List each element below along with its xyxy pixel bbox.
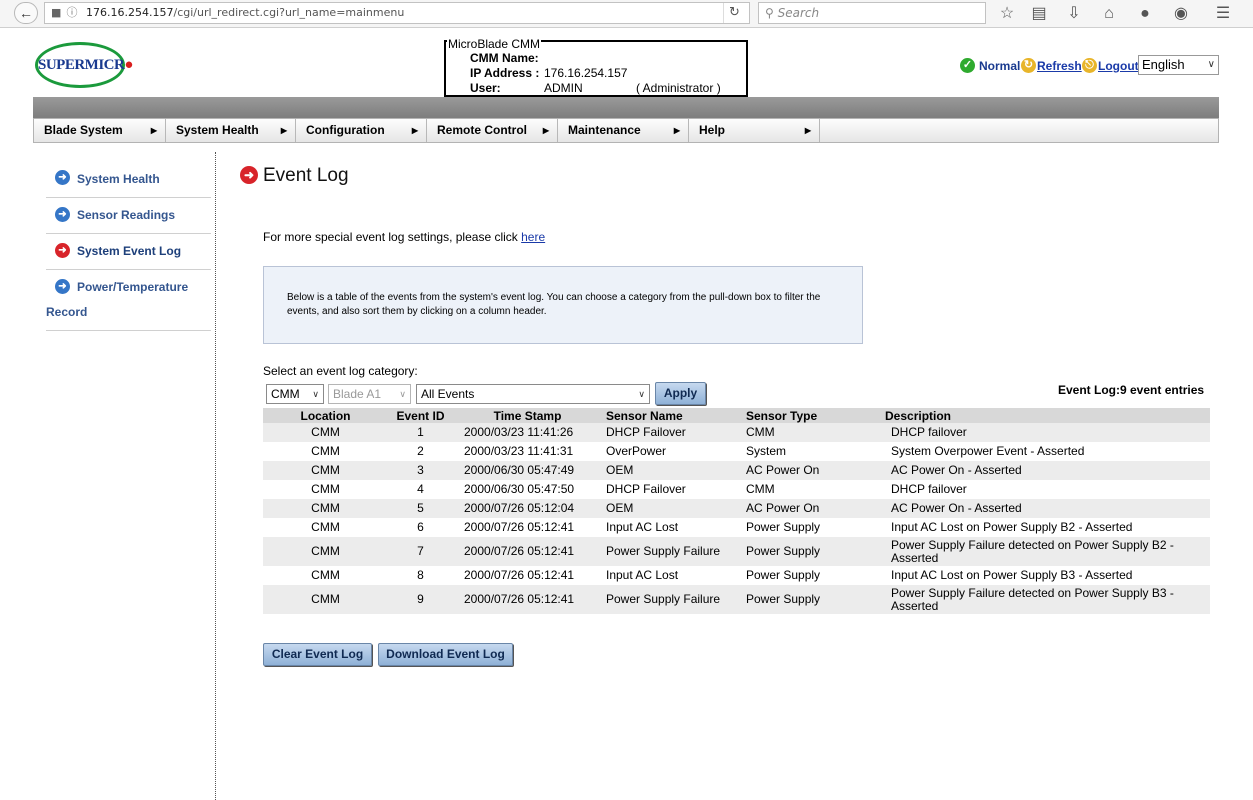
column-header-location[interactable]: Location (263, 408, 388, 423)
table-row: CMM 4 2000/06/30 05:47:50 DHCP Failover CMM D… (311, 482, 967, 496)
sidebar-item-system-health[interactable]: ➜ System Health (46, 161, 211, 198)
download-event-log-button[interactable]: Download Event Log (378, 643, 513, 666)
supermicro-logo: SUPERMICR● (35, 42, 133, 88)
table-row: CMM 3 2000/06/30 05:47:49 OEM AC Power On AC … (263, 461, 1210, 480)
arrow-right-icon: ➜ (55, 170, 70, 185)
event-count: Event Log:9 event entries (1058, 383, 1205, 397)
download-icon[interactable]: ⇩ (1063, 4, 1085, 24)
page-title: Event Log (263, 165, 349, 186)
cmm-name-label: CMM Name: (470, 51, 539, 65)
header-band (33, 97, 1219, 118)
chevron-down-icon: ∨ (1207, 59, 1215, 70)
chat-icon[interactable]: ● (1134, 4, 1156, 24)
info-note: Below is a table of the events from the … (263, 266, 863, 344)
browser-search-input[interactable]: ⚲ Search (758, 2, 986, 24)
menu-arrow-icon: ▶ (280, 126, 287, 135)
event-category-select[interactable]: All Events ∨ (416, 384, 650, 404)
main-menu-bar: Blade System ▶ System Health ▶ Configurati… (33, 118, 1219, 143)
tab-icon: ■ (51, 6, 62, 19)
language-select[interactable]: English ∨ (1138, 55, 1219, 75)
search-placeholder: Search (777, 6, 820, 20)
ip-address-label: IP Address : (470, 66, 540, 80)
event-log-table: Location Event ID Time Stamp Sensor Name… (263, 408, 1210, 614)
table-header-row: Location Event ID Time Stamp Sensor Name… (263, 408, 1210, 423)
cmm-info-box: MicroBlade CMM CMM Name: IP Address : 17… (444, 37, 748, 97)
home-icon[interactable]: ⌂ (1098, 4, 1120, 24)
menu-arrow-icon: ▶ (673, 126, 680, 135)
status-normal: Normal (979, 59, 1021, 73)
menu-maintenance[interactable]: Maintenance ▶ (558, 119, 689, 142)
logout-icon[interactable]: ⎋ (1082, 58, 1097, 73)
reading-list-icon[interactable]: ▤ (1028, 4, 1050, 24)
table-row: CMM 7 2000/07/26 05:12:41 Power Supply Fail… (263, 537, 1210, 566)
sidebar-item-system-event-log[interactable]: ➜ System Event Log (46, 234, 211, 270)
sidebar-item-power-temperature-record[interactable]: ➜ Power/Temperature Record (46, 270, 211, 331)
table-row: CMM 6 2000/07/26 05:12:41 Input AC Lost Powe… (311, 520, 1133, 534)
url-host: 176.16.254.157 (86, 6, 174, 19)
table-row: CMM 1 2000/03/23 11:41:26 DHCP Failover CMM D… (263, 423, 1210, 442)
menu-arrow-icon: ▶ (411, 126, 418, 135)
settings-here-link[interactable]: here (521, 230, 545, 244)
table-row: CMM 5 2000/07/26 05:12:04 OEM AC Power On AC … (263, 499, 1210, 518)
blade-select: Blade A1 ∨ (328, 384, 411, 404)
location-select[interactable]: CMM ∨ (266, 384, 324, 404)
refresh-icon[interactable]: ↻ (1021, 58, 1036, 73)
info-icon[interactable]: ⓘ (67, 3, 83, 23)
column-header-description[interactable]: Description (885, 408, 1210, 423)
pocket-icon[interactable]: ◉ (1170, 4, 1192, 24)
browser-toolbar: ← ■ ⓘ 176.16.254.157/cgi/url_redirect.cg… (0, 0, 1253, 28)
logout-link[interactable]: Logout (1098, 59, 1139, 73)
column-header-time-stamp[interactable]: Time Stamp (453, 408, 602, 423)
hamburger-menu-icon[interactable]: ☰ (1212, 4, 1234, 24)
menu-blade-system[interactable]: Blade System ▶ (34, 119, 166, 142)
menu-system-health[interactable]: System Health ▶ (166, 119, 296, 142)
back-icon[interactable]: ← (14, 2, 38, 24)
menu-configuration[interactable]: Configuration ▶ (296, 119, 427, 142)
user-label: User: (470, 81, 501, 95)
column-header-sensor-name[interactable]: Sensor Name (602, 408, 742, 423)
settings-line: For more special event log settings, ple… (263, 230, 546, 244)
clear-event-log-button[interactable]: Clear Event Log (263, 643, 372, 666)
reload-icon[interactable]: ↻ (723, 3, 745, 23)
chevron-down-icon: ∨ (312, 389, 319, 399)
menu-help[interactable]: Help ▶ (689, 119, 820, 142)
ip-address-value: 176.16.254.157 (544, 66, 628, 80)
user-role: ( Administrator ) (636, 81, 721, 95)
table-row: CMM 9 2000/07/26 05:12:41 Power Supply Fail… (263, 585, 1210, 614)
refresh-link[interactable]: Refresh (1037, 59, 1082, 73)
menu-arrow-icon: ▶ (150, 126, 157, 135)
arrow-right-icon: ➜ (55, 279, 70, 294)
chevron-down-icon: ∨ (638, 389, 645, 399)
menu-arrow-icon: ▶ (542, 126, 549, 135)
category-select-label: Select an event log category: (263, 364, 418, 378)
bookmark-star-icon[interactable]: ☆ (996, 4, 1018, 24)
column-header-event-id[interactable]: Event ID (388, 408, 453, 423)
event-log-arrow-icon: ➜ (240, 166, 258, 184)
sidebar-item-sensor-readings[interactable]: ➜ Sensor Readings (46, 198, 211, 234)
table-row: CMM 2 2000/03/23 11:41:31 OverPower System Sy… (311, 444, 1085, 458)
menu-arrow-icon: ▶ (804, 126, 811, 135)
apply-button[interactable]: Apply (655, 382, 706, 405)
info-box-title: MicroBlade CMM (447, 37, 542, 51)
check-icon: ✓ (960, 58, 975, 73)
chevron-down-icon: ∨ (399, 389, 406, 399)
menu-remote-control[interactable]: Remote Control ▶ (427, 119, 558, 142)
url-bar[interactable]: ■ ⓘ 176.16.254.157/cgi/url_redirect.cgi?… (44, 2, 750, 24)
arrow-right-icon: ➜ (55, 207, 70, 222)
url-path: /cgi/url_redirect.cgi?url_name=mainmenu (173, 6, 405, 19)
table-row: CMM 8 2000/07/26 05:12:41 Input AC Lost Powe… (311, 568, 1133, 582)
column-header-sensor-type[interactable]: Sensor Type (742, 408, 885, 423)
user-value: ADMIN (544, 81, 583, 95)
arrow-right-icon-active: ➜ (55, 243, 70, 258)
sidebar-divider (215, 152, 216, 800)
